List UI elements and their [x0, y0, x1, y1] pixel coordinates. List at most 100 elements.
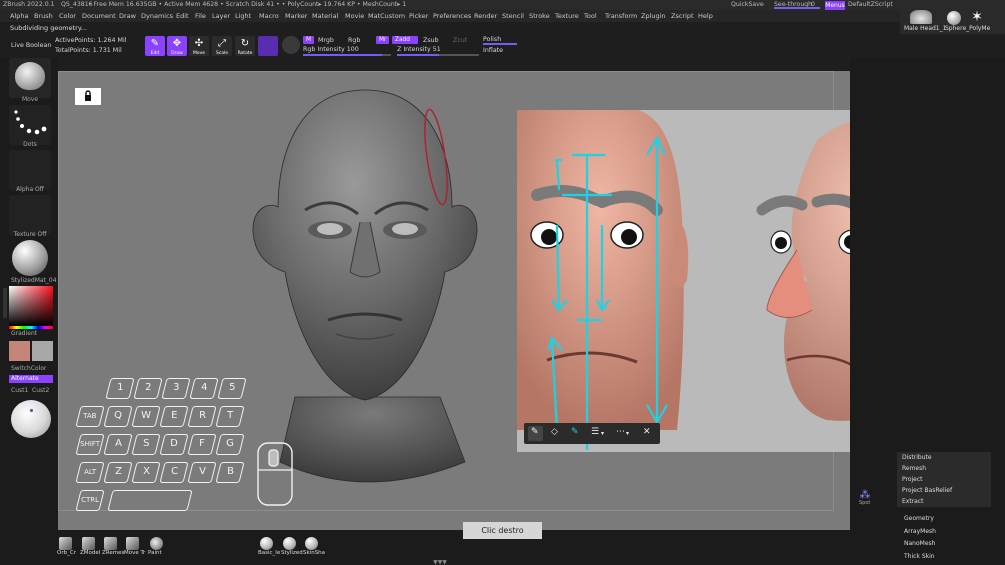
key-s[interactable]: S [131, 434, 161, 455]
grid-icon[interactable]: ⋯ [616, 427, 625, 437]
subtool-remesh-button[interactable]: Remesh [897, 463, 991, 474]
material-sphere[interactable] [12, 240, 48, 276]
hue-strip[interactable] [9, 326, 53, 329]
menu-item-draw[interactable]: Draw [119, 12, 136, 20]
menu-item-alpha[interactable]: Alpha [10, 12, 28, 20]
menu-item-brush[interactable]: Brush [34, 12, 53, 20]
secondary-color-swatch[interactable] [32, 341, 53, 361]
menu-item-stencil[interactable]: Stencil [502, 12, 524, 20]
seethrough-slider[interactable] [774, 7, 820, 9]
menu-item-matcustom[interactable]: MatCustom [368, 12, 405, 20]
key-q[interactable]: Q [103, 406, 133, 427]
edit-button[interactable]: ✎ Edit [145, 36, 165, 56]
brush-paint-icon[interactable] [150, 537, 163, 550]
default-zscript-button[interactable]: DefaultZScript [848, 1, 893, 8]
section-nanomesh[interactable]: NanoMesh [904, 540, 935, 547]
section-thick-skin[interactable]: Thick Skin [904, 553, 935, 560]
key-f[interactable]: F [187, 434, 217, 455]
highlighter-icon[interactable]: ✎ [571, 427, 579, 437]
menu-item-document[interactable]: Document [82, 12, 116, 20]
main-color-swatch[interactable] [9, 341, 30, 361]
chevron-down-icon[interactable]: ▾ [601, 430, 604, 437]
menus-toggle[interactable]: Menus [825, 1, 845, 10]
color-picker-handle[interactable] [3, 288, 7, 318]
key-g[interactable]: G [215, 434, 245, 455]
key-v[interactable]: V [187, 462, 217, 483]
color-picker[interactable] [9, 286, 53, 326]
rgb-toggle[interactable]: Rgb [348, 37, 360, 44]
collapse-arrow-icon[interactable]: ▼▼▼ [420, 559, 460, 565]
key-5[interactable]: 5 [217, 378, 247, 399]
menu-item-transform[interactable]: Transform [605, 12, 637, 20]
key-z[interactable]: Z [103, 462, 133, 483]
menu-item-zscript[interactable]: Zscript [671, 12, 694, 20]
key-shift[interactable]: SHIFT [75, 434, 105, 455]
brush-orb_cr-icon[interactable] [59, 537, 72, 550]
texture-slot[interactable] [9, 195, 51, 235]
stroke-slot[interactable] [9, 105, 51, 145]
mrgb-icon-toggle[interactable]: Mr [376, 36, 390, 44]
menu-item-movie[interactable]: Movie [345, 12, 364, 20]
key-w[interactable]: W [131, 406, 161, 427]
draw-button[interactable]: ✥ Draw [167, 36, 187, 56]
menu-item-picker[interactable]: Picker [409, 12, 428, 20]
menu-item-file[interactable]: File [195, 12, 206, 20]
key-r[interactable]: R [187, 406, 217, 427]
menu-item-stroke[interactable]: Stroke [529, 12, 550, 20]
subtool-project-basrelief-button[interactable]: Project BasRelief [897, 485, 991, 496]
move-button[interactable]: ✣ Move [189, 36, 209, 56]
brush-zmodel-icon[interactable] [82, 537, 95, 550]
key-ctrl[interactable]: CTRL [75, 490, 105, 511]
menu-item-macro[interactable]: Macro [259, 12, 279, 20]
key-d[interactable]: D [159, 434, 189, 455]
material-stylized-icon[interactable] [283, 537, 296, 550]
menu-item-preferences[interactable]: Preferences [433, 12, 471, 20]
m-toggle[interactable]: M [303, 36, 315, 44]
menu-item-light[interactable]: Light [235, 12, 251, 20]
subtool-project-button[interactable]: Project [897, 474, 991, 485]
menu-item-marker[interactable]: Marker [285, 12, 307, 20]
brush-move-tr-icon[interactable] [126, 537, 139, 550]
material-skinsha-icon[interactable] [305, 537, 318, 550]
close-icon[interactable]: ✕ [643, 427, 651, 437]
key-t[interactable]: T [215, 406, 245, 427]
color-swatch-button[interactable] [258, 36, 278, 56]
key-3[interactable]: 3 [161, 378, 191, 399]
sculpted-head-model[interactable] [240, 82, 490, 497]
male-head-thumbnail[interactable] [910, 10, 932, 24]
subtool-distribute-button[interactable]: Distribute [897, 452, 991, 463]
menu-item-tool[interactable]: Tool [584, 12, 597, 20]
key-b[interactable]: B [215, 462, 245, 483]
lines-icon[interactable]: ☰ [591, 427, 599, 437]
eraser-icon[interactable]: ◇ [551, 427, 558, 437]
menu-item-texture[interactable]: Texture [555, 12, 579, 20]
section-geometry[interactable]: Geometry [904, 515, 934, 522]
lock-button[interactable] [75, 88, 101, 105]
quicksave-button[interactable]: QuickSave [731, 1, 764, 8]
key-a[interactable]: A [103, 434, 133, 455]
chevron-down-icon[interactable]: ▾ [626, 430, 629, 437]
rotate-button[interactable]: ↻ Rotate [235, 36, 255, 56]
z-intensity-slider[interactable] [397, 54, 479, 56]
brush-preview-sphere[interactable] [11, 400, 51, 438]
key-x[interactable]: X [131, 462, 161, 483]
polish-button[interactable]: Polish [483, 36, 501, 43]
live-boolean-button[interactable]: Live Boolean [11, 42, 51, 49]
key-c[interactable]: C [159, 462, 189, 483]
menu-item-layer[interactable]: Layer [212, 12, 230, 20]
menu-item-color[interactable]: Color [59, 12, 76, 20]
menu-item-dynamics[interactable]: Dynamics [141, 12, 173, 20]
key-e[interactable]: E [159, 406, 189, 427]
menu-item-material[interactable]: Material [312, 12, 338, 20]
brush-slot[interactable] [9, 58, 51, 98]
alternate-toggle[interactable]: Alternate [9, 375, 53, 383]
key-alt[interactable]: ALT [75, 462, 105, 483]
mrgb-toggle[interactable]: Mrgb [318, 37, 334, 44]
rgb-intensity-slider[interactable] [303, 54, 391, 56]
menu-item-edit[interactable]: Edit [176, 12, 189, 20]
zcut-toggle[interactable]: Zcut [453, 37, 467, 44]
scale-button[interactable]: ⤢ Scale [212, 36, 232, 56]
key-tab[interactable]: TAB [75, 406, 105, 427]
section-arraymesh[interactable]: ArrayMesh [904, 528, 936, 535]
polymesh-star-icon[interactable]: ✶ [968, 10, 986, 25]
